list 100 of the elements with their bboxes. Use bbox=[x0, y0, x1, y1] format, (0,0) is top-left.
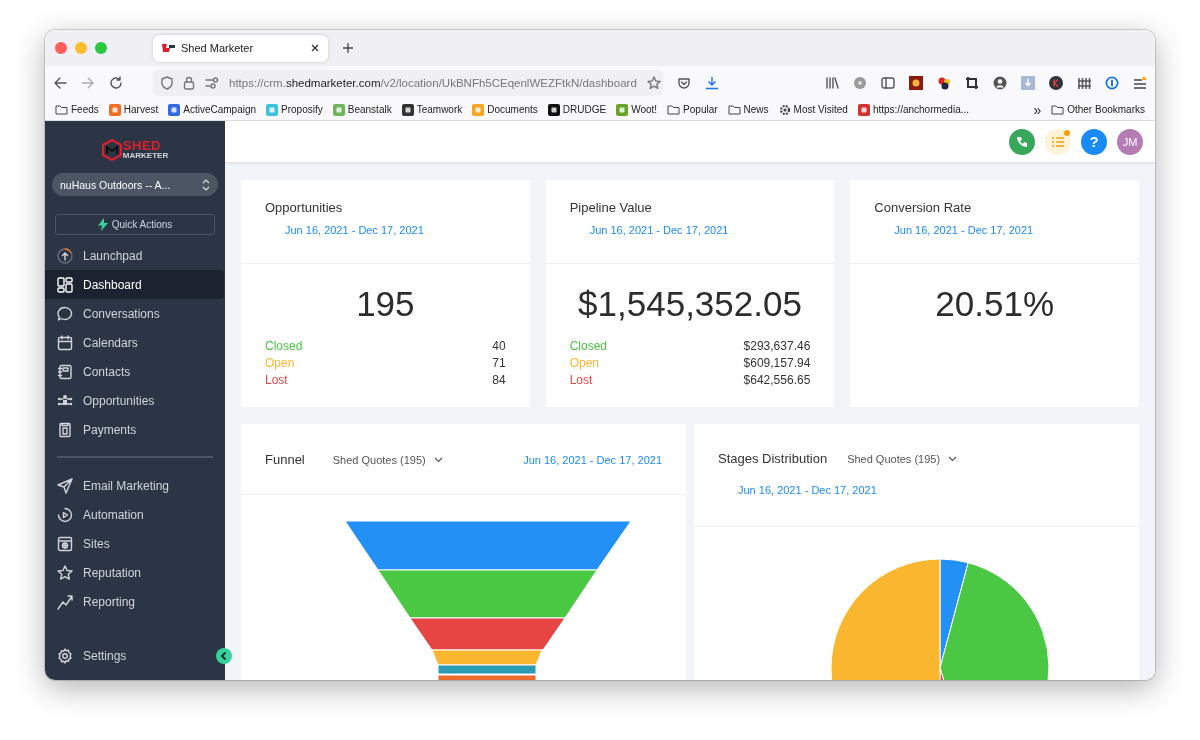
nav-icon bbox=[57, 247, 73, 264]
stat-label: Lost bbox=[569, 372, 593, 389]
star-icon[interactable] bbox=[646, 75, 661, 90]
panel-title: Stages Distribution bbox=[718, 451, 828, 466]
sidebar-item[interactable]: Sites bbox=[45, 529, 224, 558]
pipeline-dropdown[interactable]: Shed Quotes (195) bbox=[847, 452, 958, 465]
sidebar-item[interactable]: Contacts bbox=[45, 357, 224, 386]
film-reel-icon[interactable] bbox=[853, 75, 867, 90]
browser-tab[interactable]: Shed Marketer bbox=[153, 34, 328, 62]
circle-extension-icon[interactable] bbox=[1049, 75, 1063, 90]
chevron-down-icon bbox=[948, 455, 958, 462]
date-range-link[interactable]: Jun 16, 2021 - Dec 17, 2021 bbox=[589, 224, 811, 236]
bookmark[interactable]: Other Bookmarks bbox=[1051, 104, 1145, 115]
bookmark[interactable]: https://anchormedia... bbox=[857, 103, 970, 116]
stat-value: $1,545,352.05 bbox=[577, 284, 803, 325]
panel-title: Funnel bbox=[265, 452, 305, 467]
sidebar-item[interactable]: Conversations bbox=[45, 299, 224, 328]
password-manager-icon[interactable] bbox=[1105, 75, 1119, 90]
stat-value: 195 bbox=[355, 284, 416, 325]
bookmark[interactable]: Feeds bbox=[55, 104, 99, 115]
pocket-icon[interactable] bbox=[677, 75, 691, 90]
window-control-icon[interactable] bbox=[55, 42, 67, 54]
notification-dot bbox=[1064, 129, 1070, 136]
bookmark[interactable]: Teamwork bbox=[401, 103, 463, 116]
phone-button[interactable] bbox=[1009, 128, 1035, 155]
logo-icon bbox=[101, 139, 122, 161]
bookmark[interactable]: News bbox=[727, 104, 769, 115]
stat-label: Lost bbox=[265, 372, 288, 389]
sidebar-item[interactable]: Automation bbox=[45, 500, 224, 529]
nav-icon bbox=[57, 535, 73, 552]
stat-value: 20.51% bbox=[934, 284, 1055, 325]
folder-icon bbox=[667, 104, 681, 115]
bookmark[interactable]: ActiveCampaign bbox=[168, 103, 257, 116]
library-icon[interactable] bbox=[825, 75, 839, 90]
nav-icon bbox=[57, 421, 73, 438]
pipeline-dropdown[interactable]: Shed Quotes (195) bbox=[332, 453, 443, 466]
collapse-icon[interactable] bbox=[216, 648, 232, 664]
stat-label: Open bbox=[265, 355, 295, 372]
new-tab-icon[interactable] bbox=[342, 42, 354, 54]
bookmarks-overflow[interactable]: » bbox=[1033, 101, 1042, 118]
sidebar-item[interactable]: Opportunities bbox=[45, 386, 224, 415]
card-title: Opportunities bbox=[265, 200, 344, 215]
permissions-icon[interactable] bbox=[205, 76, 219, 89]
stat-number: 40 bbox=[492, 338, 506, 355]
stat-number: 84 bbox=[492, 372, 506, 389]
date-range-link[interactable]: Jun 16, 2021 - Dec 17, 2021 bbox=[894, 224, 1115, 236]
logo-text: SHED bbox=[122, 139, 162, 152]
folder-icon bbox=[1051, 104, 1065, 115]
nav-icon bbox=[57, 276, 73, 293]
nav-icon bbox=[57, 506, 73, 523]
nav-icon bbox=[57, 593, 73, 610]
sidebar-item[interactable]: Reporting bbox=[45, 587, 224, 616]
sun-extension-icon[interactable] bbox=[909, 75, 923, 90]
quick-actions-button[interactable]: Quick Actions bbox=[55, 214, 215, 235]
nav-icon bbox=[57, 477, 73, 494]
bookmark[interactable]: Woot! bbox=[616, 103, 658, 116]
color-balls-icon[interactable] bbox=[937, 75, 951, 90]
close-icon[interactable] bbox=[310, 43, 320, 53]
sidebar-item[interactable]: Settings bbox=[45, 641, 211, 670]
chevron-up-down-icon bbox=[202, 178, 210, 191]
account-icon[interactable] bbox=[993, 75, 1007, 90]
bookmark[interactable]: Proposify bbox=[266, 103, 323, 116]
sidebar-icon[interactable] bbox=[881, 75, 895, 90]
bookmark[interactable]: DRUDGE bbox=[547, 103, 607, 116]
stat-number: $609,157.94 bbox=[743, 355, 811, 372]
logo-subtext: MARKETER bbox=[122, 152, 169, 160]
sidebar-item[interactable]: Launchpad bbox=[45, 241, 224, 270]
tab-title: Shed Marketer bbox=[181, 42, 255, 54]
sidebar-item[interactable]: Reputation bbox=[45, 558, 224, 587]
back-icon[interactable] bbox=[53, 75, 67, 90]
bookmark[interactable]: Beanstalk bbox=[332, 103, 392, 116]
sidebar-item[interactable]: Dashboard bbox=[45, 270, 224, 299]
location-name: nuHaus Outdoors -- A... bbox=[60, 178, 171, 191]
reload-icon[interactable] bbox=[109, 75, 123, 90]
crop-icon[interactable] bbox=[965, 75, 979, 90]
chevron-down-icon bbox=[433, 456, 443, 463]
bookmark[interactable]: Documents bbox=[472, 103, 538, 116]
menu-icon[interactable] bbox=[1133, 75, 1147, 90]
sidebar-item[interactable]: Email Marketing bbox=[45, 471, 224, 500]
nav-icon bbox=[57, 305, 73, 322]
list-icon bbox=[1052, 136, 1064, 147]
date-range-link[interactable]: Jun 16, 2021 - Dec 17, 2021 bbox=[738, 484, 877, 496]
nav-icon bbox=[57, 334, 73, 351]
download-icon[interactable] bbox=[705, 75, 719, 90]
stat-label: Open bbox=[569, 355, 599, 372]
nav-icon bbox=[57, 564, 73, 581]
bookmark[interactable]: Most Visited bbox=[778, 103, 848, 116]
stat-number: $642,556.65 bbox=[743, 372, 811, 389]
bookmark[interactable]: Harvest bbox=[108, 103, 159, 116]
settings-icon[interactable] bbox=[57, 647, 73, 664]
sidebar-item[interactable]: Payments bbox=[45, 415, 224, 444]
date-range-link[interactable]: Jun 16, 2021 - Dec 17, 2021 bbox=[523, 453, 662, 466]
location-selector[interactable]: nuHaus Outdoors -- A... bbox=[52, 173, 218, 196]
date-range-link[interactable]: Jun 16, 2021 - Dec 17, 2021 bbox=[285, 224, 506, 236]
folder-icon bbox=[727, 104, 741, 115]
stat-number: 71 bbox=[492, 355, 506, 372]
sidebar-item[interactable]: Calendars bbox=[45, 328, 224, 357]
fence-icon[interactable] bbox=[1077, 75, 1091, 90]
gear-icon bbox=[778, 103, 791, 116]
bookmark[interactable]: Popular bbox=[667, 104, 718, 115]
